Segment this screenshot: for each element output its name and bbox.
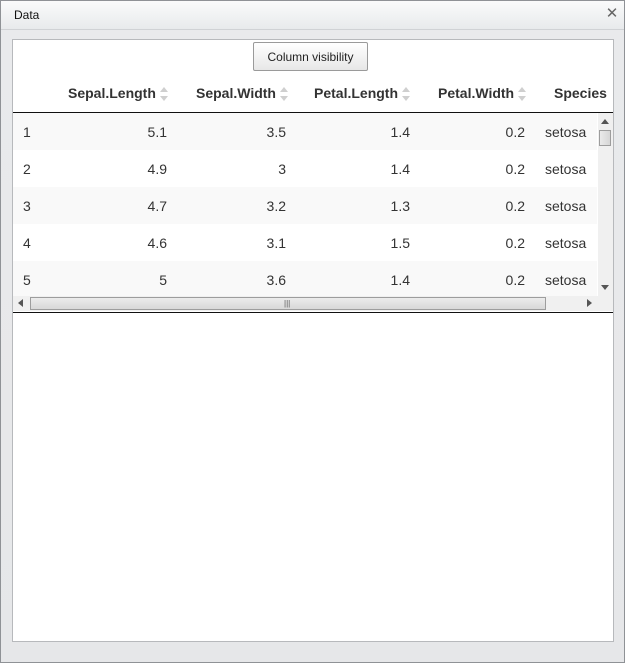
row-index-cell: 5 <box>23 272 31 288</box>
sepal-width-cell: 3.2 <box>266 198 286 214</box>
scroll-up-icon[interactable] <box>601 119 609 124</box>
sepal-width-cell: 3 <box>278 161 286 177</box>
petal-width-cell: 0.2 <box>505 235 525 251</box>
table-row[interactable]: 3 4.7 3.2 1.3 0.2 setosa <box>13 187 597 225</box>
vertical-scrollbar[interactable] <box>598 113 613 296</box>
petal-length-cell: 1.4 <box>390 161 410 177</box>
sort-icon <box>402 87 411 102</box>
sepal-width-cell: 3.1 <box>266 235 286 251</box>
table-row[interactable]: 1 5.1 3.5 1.4 0.2 setosa <box>13 113 597 151</box>
sepal-length-cell: 5.1 <box>147 124 167 140</box>
column-header-label: Sepal.Length <box>68 85 156 101</box>
scroll-right-icon[interactable] <box>587 299 592 307</box>
column-header-label: Species <box>554 85 607 101</box>
petal-width-cell: 0.2 <box>505 161 525 177</box>
sepal-length-cell: 5 <box>159 272 167 288</box>
table-row[interactable]: 4 4.6 3.1 1.5 0.2 setosa <box>13 224 597 262</box>
scroll-grip-icon: ||| <box>284 299 291 308</box>
column-header-sepal-width[interactable]: Sepal.Width <box>196 85 288 102</box>
table-header: Sepal.Length Sepal.Width Petal.Length Pe… <box>13 76 613 113</box>
sort-icon <box>280 87 288 102</box>
table-row[interactable]: 2 4.9 3 1.4 0.2 setosa <box>13 150 597 188</box>
petal-length-cell: 1.3 <box>390 198 410 214</box>
sepal-width-cell: 3.5 <box>266 124 286 140</box>
title-bar[interactable]: Data ✕ <box>1 1 624 30</box>
sort-icon <box>518 87 527 102</box>
sort-icon <box>159 87 168 102</box>
petal-width-cell: 0.2 <box>505 198 525 214</box>
column-header-petal-width[interactable]: Petal.Width <box>438 85 527 102</box>
table-body: 1 5.1 3.5 1.4 0.2 setosa 2 4.9 3 1.4 0.2… <box>13 113 597 296</box>
petal-length-cell: 1.4 <box>390 124 410 140</box>
species-cell: setosa <box>545 161 587 177</box>
row-index-cell: 4 <box>23 235 31 251</box>
petal-width-cell: 0.2 <box>505 124 525 140</box>
petal-width-cell: 0.2 <box>505 272 525 288</box>
column-header-label: Petal.Width <box>438 85 515 101</box>
horizontal-scrollbar[interactable]: ||| <box>13 296 597 311</box>
petal-length-cell: 1.4 <box>390 272 410 288</box>
table-row[interactable]: 5 5 3.6 1.4 0.2 setosa <box>13 261 597 296</box>
species-cell: setosa <box>545 272 587 288</box>
vertical-scroll-thumb[interactable] <box>599 130 611 146</box>
species-cell: setosa <box>545 198 587 214</box>
column-header-petal-length[interactable]: Petal.Length <box>314 85 411 102</box>
column-visibility-button[interactable]: Column visibility <box>253 42 368 71</box>
scroll-down-icon[interactable] <box>601 285 609 290</box>
close-icon[interactable]: ✕ <box>604 6 620 22</box>
row-index-cell: 1 <box>23 124 31 140</box>
sepal-width-cell: 3.6 <box>266 272 286 288</box>
column-header-label: Petal.Length <box>314 85 399 101</box>
species-cell: setosa <box>545 235 587 251</box>
scrollbar-corner <box>597 296 613 311</box>
sepal-length-cell: 4.6 <box>147 235 167 251</box>
data-dialog: Data ✕ Column visibility Sepal.Length Se… <box>0 0 625 663</box>
horizontal-scroll-thumb[interactable]: ||| <box>30 297 546 310</box>
sepal-length-cell: 4.7 <box>147 198 167 214</box>
row-index-cell: 3 <box>23 198 31 214</box>
content-panel: Column visibility Sepal.Length Sepal.Wid… <box>12 39 614 642</box>
species-cell: setosa <box>545 124 587 140</box>
table-bottom-border <box>13 312 613 313</box>
column-header-label: Sepal.Width <box>196 85 276 101</box>
scroll-left-icon[interactable] <box>18 299 23 307</box>
row-index-cell: 2 <box>23 161 31 177</box>
column-header-sepal-length[interactable]: Sepal.Length <box>68 85 168 102</box>
column-header-species[interactable]: Species <box>554 85 607 101</box>
sepal-length-cell: 4.9 <box>147 161 167 177</box>
petal-length-cell: 1.5 <box>390 235 410 251</box>
window-title: Data <box>14 8 40 22</box>
